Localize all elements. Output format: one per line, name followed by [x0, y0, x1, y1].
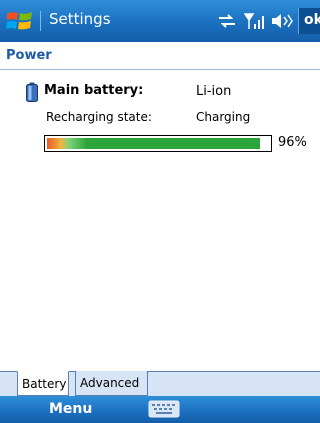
battery-level-text: 96%	[278, 135, 307, 150]
battery-level-fill	[47, 138, 260, 149]
tab-strip: Battery Advanced	[0, 371, 320, 396]
connectivity-icon[interactable]	[216, 12, 238, 30]
windows-start-icon[interactable]	[5, 8, 35, 34]
main-battery-value: Li-ion	[196, 84, 232, 99]
signal-icon[interactable]	[244, 12, 266, 30]
page-heading-bar: Power	[0, 42, 320, 70]
keyboard-icon[interactable]	[148, 400, 180, 418]
title-bar: Settings ok	[0, 0, 320, 42]
recharging-state-value: Charging	[196, 110, 251, 124]
menu-button[interactable]: Menu	[49, 401, 92, 417]
tab-battery[interactable]: Battery	[17, 371, 69, 396]
page-title: Power	[6, 48, 52, 63]
tab-advanced[interactable]: Advanced	[75, 371, 148, 396]
battery-icon	[26, 82, 38, 102]
volume-icon[interactable]	[270, 12, 294, 30]
battery-level-bar	[44, 135, 272, 152]
recharging-state-label: Recharging state:	[46, 110, 152, 124]
title-separator	[40, 11, 41, 31]
menu-bar: Menu	[0, 396, 320, 423]
window-title: Settings	[49, 10, 111, 28]
main-battery-label: Main battery:	[44, 83, 144, 98]
ok-button[interactable]: ok	[298, 8, 320, 34]
